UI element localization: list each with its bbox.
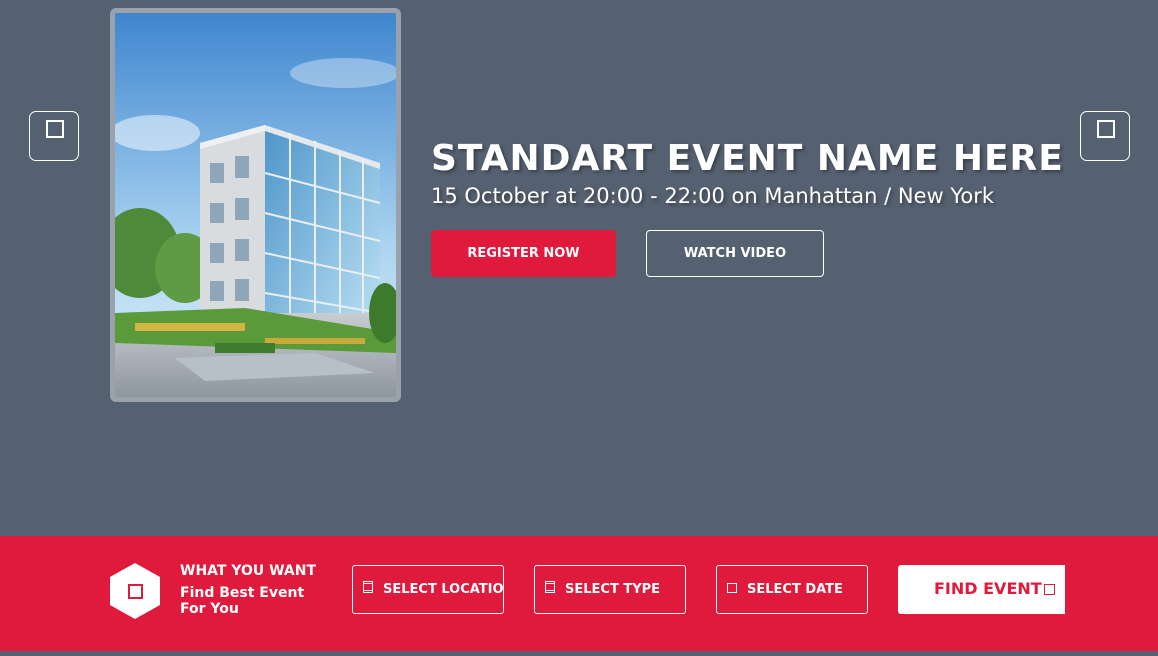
dropdown-icon — [545, 581, 555, 591]
search-subheading: Find Best Event For You — [180, 585, 305, 617]
carousel-next-button[interactable] — [1080, 111, 1130, 161]
watch-video-button[interactable]: WATCH VIDEO — [646, 230, 824, 277]
square-icon — [128, 584, 143, 599]
select-location-label: SELECT LOCATION — [383, 582, 504, 597]
building-illustration — [115, 13, 396, 397]
search-heading: WHAT YOU WANT — [180, 563, 317, 579]
event-poster-image — [110, 8, 401, 402]
find-event-button[interactable]: FIND EVENT — [898, 565, 1065, 614]
event-title: STANDART EVENT NAME HERE — [431, 138, 1064, 179]
select-date-dropdown[interactable]: SELECT DATE — [716, 565, 868, 614]
carousel-prev-button[interactable] — [29, 111, 79, 161]
select-date-label: SELECT DATE — [747, 582, 843, 597]
dropdown-icon — [363, 581, 373, 591]
square-icon — [46, 120, 64, 138]
register-now-button[interactable]: REGISTER NOW — [431, 230, 616, 277]
search-icon — [1044, 584, 1055, 595]
select-location-dropdown[interactable]: SELECT LOCATION — [352, 565, 504, 614]
find-event-label: FIND EVENT — [934, 579, 1042, 598]
event-date-location: 15 October at 20:00 - 22:00 on Manhattan… — [431, 184, 995, 208]
select-type-label: SELECT TYPE — [565, 582, 661, 597]
select-type-dropdown[interactable]: SELECT TYPE — [534, 565, 686, 614]
square-icon — [1097, 120, 1115, 138]
calendar-icon — [727, 583, 737, 593]
